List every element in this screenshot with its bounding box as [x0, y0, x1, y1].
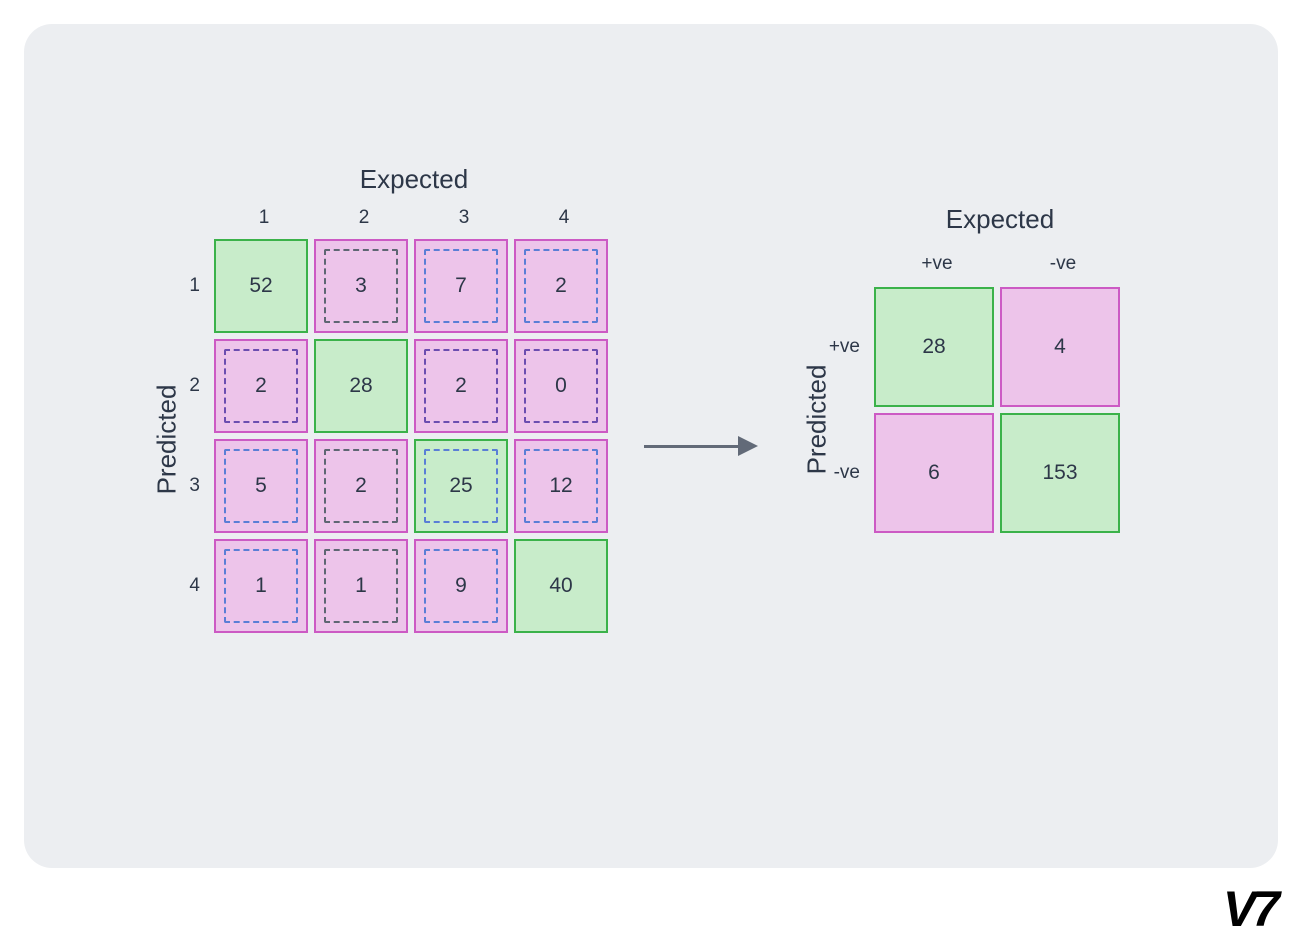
row-header: 4 [154, 575, 214, 597]
dashed-overlay [324, 249, 398, 323]
col-header: 3 [414, 207, 514, 229]
brand-logo: V7 [1223, 880, 1276, 938]
y-axis-title: Predicted [151, 385, 182, 495]
matrix-cell: 12 [514, 439, 608, 533]
dashed-overlay [424, 549, 498, 623]
dashed-overlay [424, 249, 498, 323]
matrix-cell: 2 [214, 339, 308, 433]
matrix-cell: 0 [514, 339, 608, 433]
matrix-cell: 2 [414, 339, 508, 433]
matrix-cell: 9 [414, 539, 508, 633]
matrix-grid: 1523722228203522512411940 [154, 239, 614, 633]
dashed-overlay [524, 249, 598, 323]
col-header: 1 [214, 207, 314, 229]
matrix-cell: 3 [314, 239, 408, 333]
matrix-cell: 52 [214, 239, 308, 333]
dashed-overlay [424, 349, 498, 423]
dashed-overlay [224, 349, 298, 423]
arrow-right-icon [644, 436, 764, 456]
matrix-cell: 25 [414, 439, 508, 533]
dashed-overlay [224, 449, 298, 523]
matrix-cell: 5 [214, 439, 308, 533]
dashed-overlay [224, 549, 298, 623]
col-header: +ve [874, 253, 1000, 275]
row-header: +ve [814, 336, 874, 358]
matrix-cell: 40 [514, 539, 608, 633]
matrix-cell: 28 [314, 339, 408, 433]
matrix-cell: 153 [1000, 413, 1120, 533]
x-axis-title: Expected [214, 164, 614, 195]
matrix-cell: 1 [314, 539, 408, 633]
dashed-overlay [424, 449, 498, 523]
matrix-grid: +ve284-ve6153 [814, 287, 1126, 533]
matrix-cell: 2 [514, 239, 608, 333]
confusion-matrix-4x4: Expected 1 2 3 4 Predicted 1523722228203… [154, 164, 614, 639]
dashed-overlay [324, 549, 398, 623]
row-header: 1 [154, 275, 214, 297]
col-header: 2 [314, 207, 414, 229]
dashed-overlay [524, 449, 598, 523]
matrix-cell: 28 [874, 287, 994, 407]
matrix-cell: 1 [214, 539, 308, 633]
diagram-canvas: Expected 1 2 3 4 Predicted 1523722228203… [24, 24, 1278, 868]
matrix-cell: 6 [874, 413, 994, 533]
matrix-cell: 2 [314, 439, 408, 533]
col-header: 4 [514, 207, 614, 229]
col-header: -ve [1000, 253, 1126, 275]
matrix-cell: 7 [414, 239, 508, 333]
dashed-overlay [324, 449, 398, 523]
dashed-overlay [524, 349, 598, 423]
x-axis-title: Expected [874, 204, 1126, 235]
y-axis-title: Predicted [801, 365, 832, 475]
matrix-cell: 4 [1000, 287, 1120, 407]
confusion-matrix-2x2: Expected +ve -ve Predicted +ve284-ve6153 [814, 204, 1126, 539]
